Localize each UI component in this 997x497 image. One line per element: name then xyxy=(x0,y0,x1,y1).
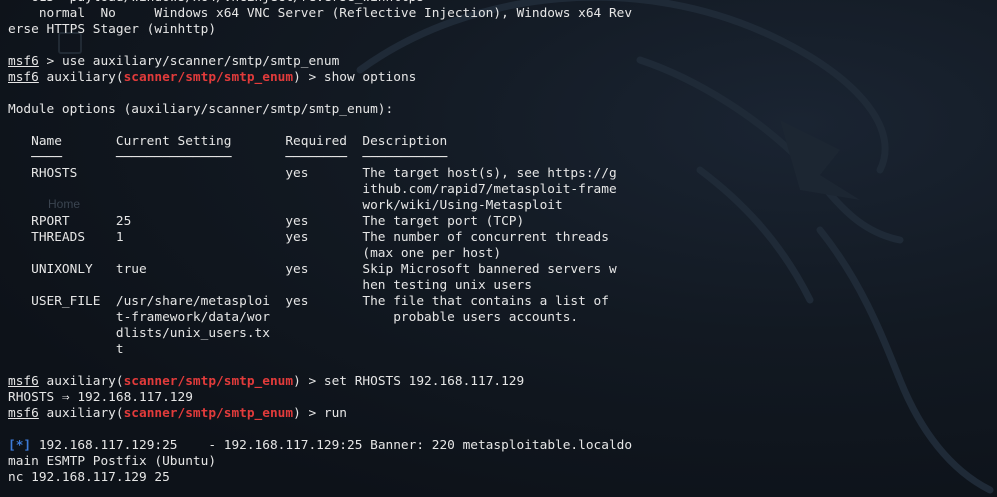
terminal-line: main ESMTP Postfix (Ubuntu) xyxy=(8,454,632,470)
terminal-line: nc 192.168.117.129 25 xyxy=(8,470,632,486)
module-name: scanner/smtp/smtp_enum xyxy=(123,374,294,389)
terminal-text: normal No Windows x64 VNC Server (Reflec… xyxy=(8,6,633,21)
terminal-output: 615 payload/windows/x64/vncinject/revers… xyxy=(8,0,632,486)
terminal-text: t xyxy=(8,342,124,357)
terminal-text: RHOSTS yes The target host(s), see https… xyxy=(8,166,617,181)
terminal-line: RPORT 25 yes The target port (TCP) xyxy=(8,214,632,230)
terminal-line: t xyxy=(8,342,632,358)
terminal-line: work/wiki/Using-Metasploit xyxy=(8,198,632,214)
terminal-line: UNIXONLY true yes Skip Microsoft bannere… xyxy=(8,262,632,278)
terminal-line: (max one per host) xyxy=(8,246,632,262)
terminal-line: ──── ─────────────── ──────── ──────────… xyxy=(8,150,632,166)
module-name: scanner/smtp/smtp_enum xyxy=(123,406,294,421)
terminal-text: THREADS 1 yes The number of concurrent t… xyxy=(8,230,609,245)
terminal-text: auxiliary( xyxy=(38,406,124,421)
terminal-line: [*] 192.168.117.129:25 - 192.168.117.129… xyxy=(8,438,632,454)
terminal-line: msf6 > use auxiliary/scanner/smtp/smtp_e… xyxy=(8,54,632,70)
terminal-line: ithub.com/rapid7/metasploit-frame xyxy=(8,182,632,198)
terminal-text: 192.168.117.129:25 - 192.168.117.129:25 … xyxy=(31,438,633,453)
terminal-line: RHOSTS ⇒ 192.168.117.129 xyxy=(8,390,632,406)
terminal-text: nc 192.168.117.129 25 xyxy=(8,470,170,485)
terminal-line: msf6 auxiliary(scanner/smtp/smtp_enum) >… xyxy=(8,374,632,390)
terminal-line: dlists/unix_users.tx xyxy=(8,326,632,342)
terminal-window[interactable]: Home 615 payload/windows/x64/vncinject/r… xyxy=(0,0,997,497)
terminal-text: dlists/unix_users.tx xyxy=(8,326,270,341)
terminal-text: RHOSTS ⇒ 192.168.117.129 xyxy=(8,390,193,405)
terminal-line: Module options (auxiliary/scanner/smtp/s… xyxy=(8,102,632,118)
terminal-text: (max one per host) xyxy=(8,246,502,261)
msf-prompt: msf6 xyxy=(8,70,39,85)
terminal-text: main ESMTP Postfix (Ubuntu) xyxy=(8,454,217,469)
module-name: scanner/smtp/smtp_enum xyxy=(123,70,294,85)
terminal-line: USER_FILE /usr/share/metasploi yes The f… xyxy=(8,294,632,310)
terminal-line: THREADS 1 yes The number of concurrent t… xyxy=(8,230,632,246)
terminal-text: auxiliary( xyxy=(38,374,124,389)
terminal-text: Name Current Setting Required Descriptio… xyxy=(8,134,448,149)
terminal-line: RHOSTS yes The target host(s), see https… xyxy=(8,166,632,182)
terminal-text: > use auxiliary/scanner/smtp/smtp_enum xyxy=(38,54,340,69)
terminal-line: msf6 auxiliary(scanner/smtp/smtp_enum) >… xyxy=(8,406,632,422)
terminal-text: RPORT 25 yes The target port (TCP) xyxy=(8,214,525,229)
terminal-text: USER_FILE /usr/share/metasploi yes The f… xyxy=(8,294,609,309)
terminal-line: erse HTTPS Stager (winhttp) xyxy=(8,22,632,38)
terminal-text: t-framework/data/wor probable users acco… xyxy=(8,310,579,325)
msf-prompt: msf6 xyxy=(8,54,39,69)
terminal-line: Name Current Setting Required Descriptio… xyxy=(8,134,632,150)
terminal-text: ithub.com/rapid7/metasploit-frame xyxy=(8,182,617,197)
terminal-text: erse HTTPS Stager (winhttp) xyxy=(8,22,217,37)
terminal-text: UNIXONLY true yes Skip Microsoft bannere… xyxy=(8,262,617,277)
msf-prompt: msf6 xyxy=(8,406,39,421)
terminal-line: msf6 auxiliary(scanner/smtp/smtp_enum) >… xyxy=(8,70,632,86)
status-marker: [*] xyxy=(8,438,32,453)
msf-prompt: msf6 xyxy=(8,374,39,389)
terminal-text: 615 payload/windows/x64/vncinject/revers… xyxy=(8,0,424,5)
terminal-text: ──── ─────────────── ──────── ──────────… xyxy=(8,150,448,165)
terminal-text: hen testing unix users xyxy=(8,278,532,293)
terminal-text: ) > run xyxy=(293,406,348,421)
terminal-text: Module options (auxiliary/scanner/smtp/s… xyxy=(8,102,394,117)
terminal-text: auxiliary( xyxy=(38,70,124,85)
terminal-line: t-framework/data/wor probable users acco… xyxy=(8,310,632,326)
terminal-text: ) > set RHOSTS 192.168.117.129 xyxy=(293,374,525,389)
terminal-line: normal No Windows x64 VNC Server (Reflec… xyxy=(8,6,632,22)
terminal-text: work/wiki/Using-Metasploit xyxy=(8,198,563,213)
terminal-line: hen testing unix users xyxy=(8,278,632,294)
terminal-text: ) > show options xyxy=(293,70,417,85)
